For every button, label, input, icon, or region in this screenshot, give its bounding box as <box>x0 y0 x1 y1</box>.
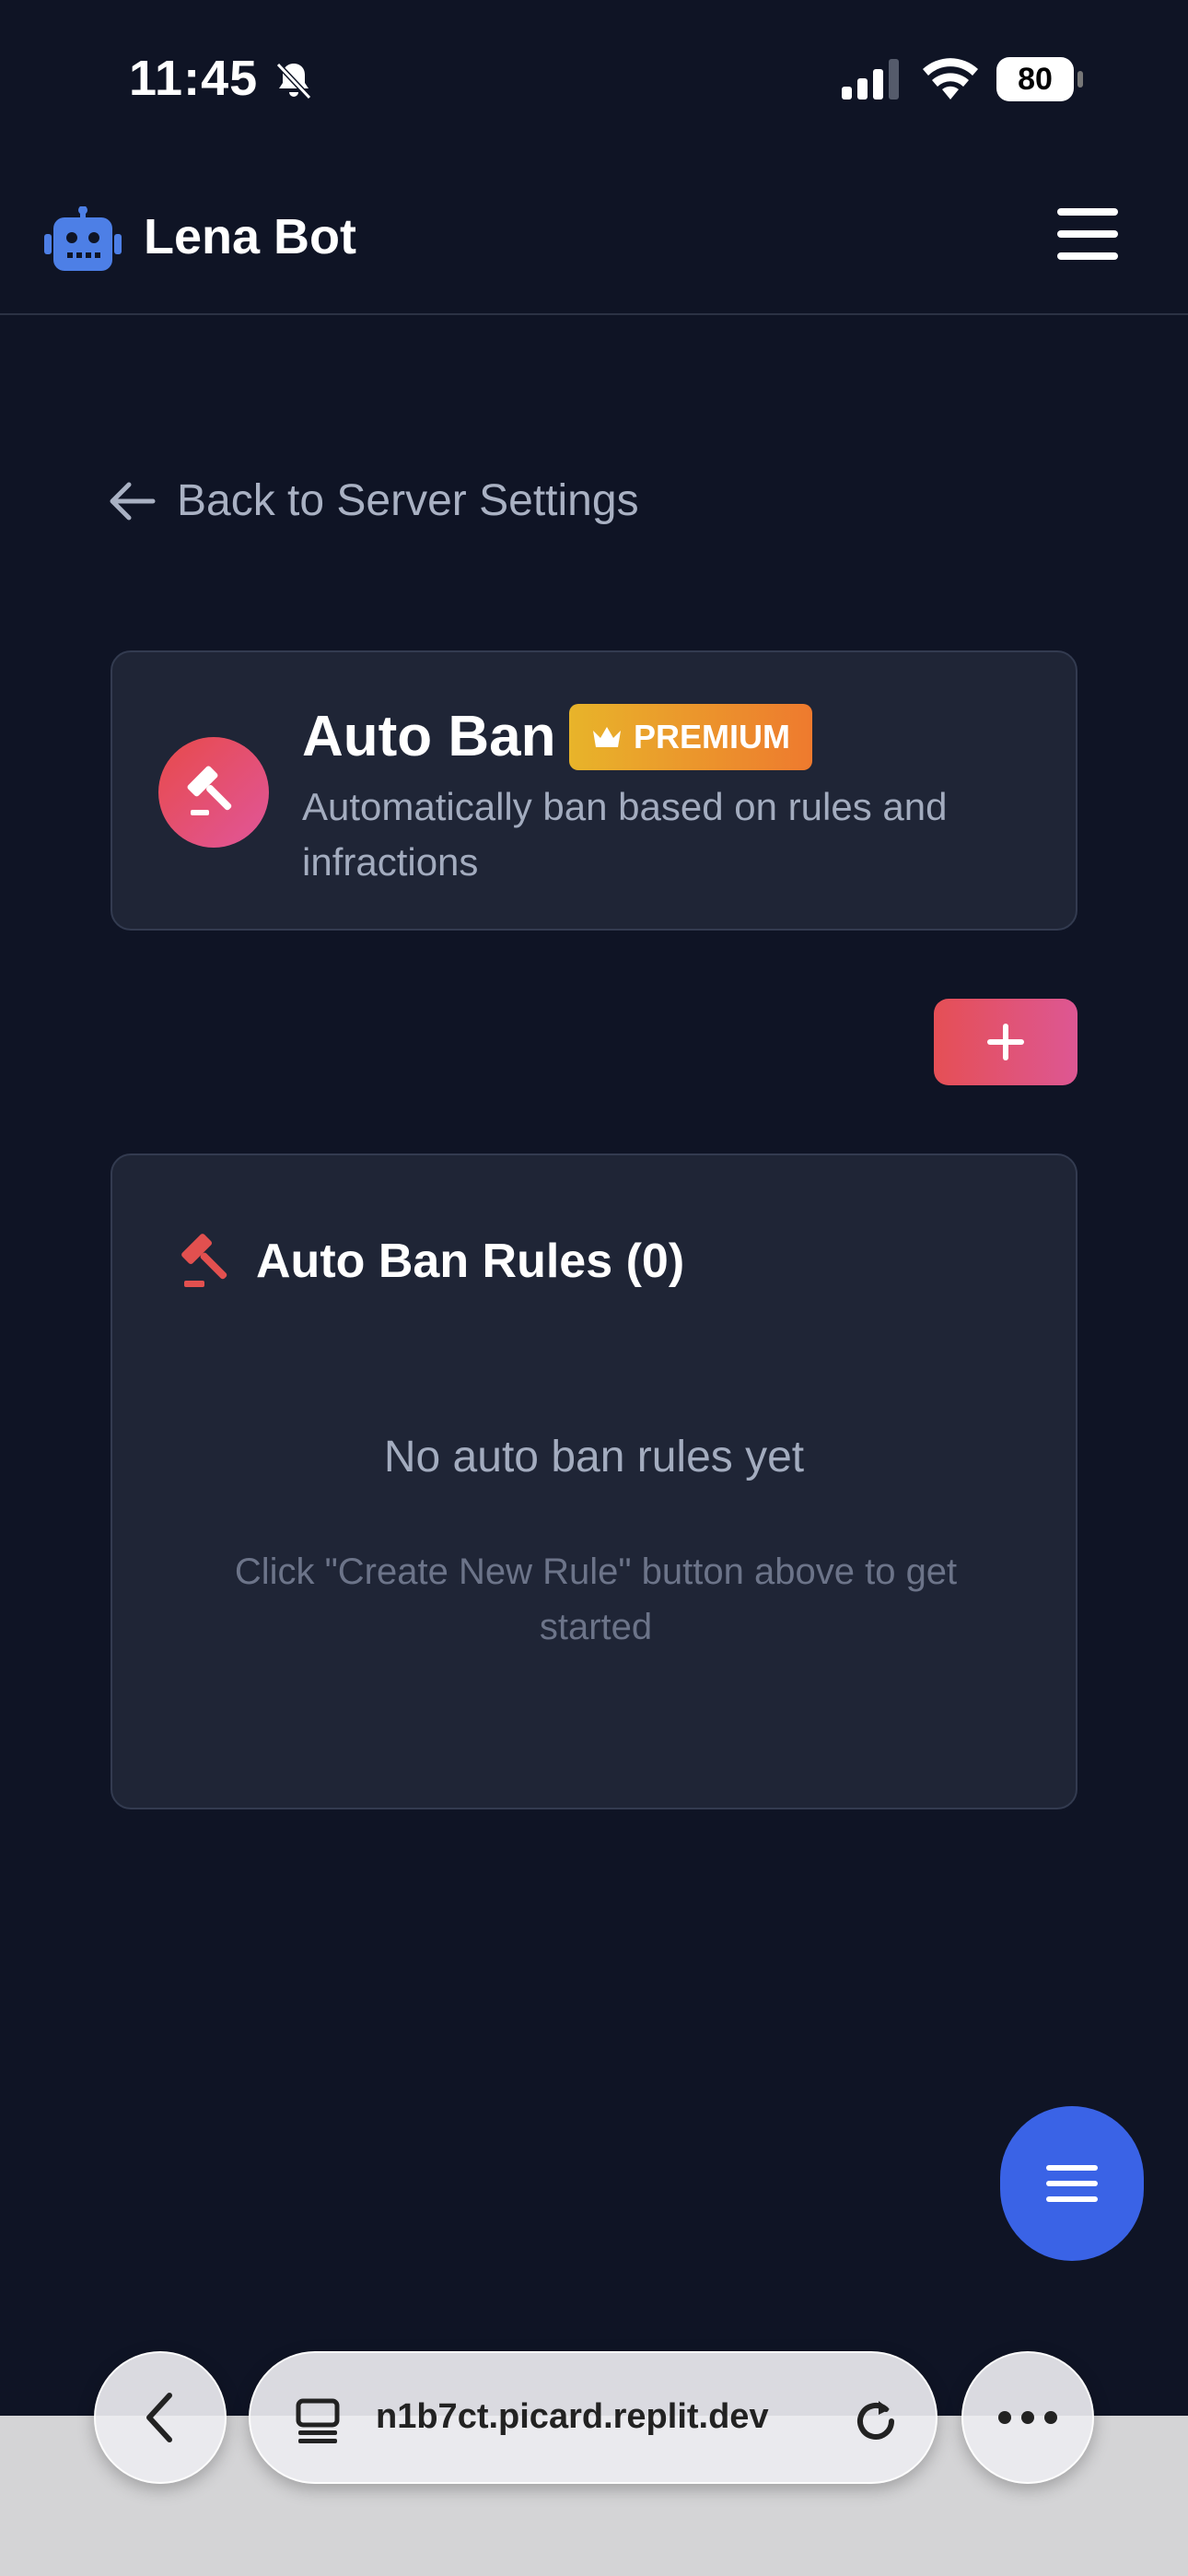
crown-icon <box>593 727 621 747</box>
premium-badge: PREMIUM <box>569 704 812 770</box>
app-header: Lena Bot <box>0 157 1188 315</box>
hamburger-icon[interactable] <box>1057 205 1118 263</box>
status-bar: 11:45 80 <box>0 0 1188 157</box>
tabs-icon <box>296 2398 340 2443</box>
status-time: 11:45 <box>129 51 259 106</box>
more-icon <box>998 2411 1057 2424</box>
floating-menu-button[interactable] <box>1000 2106 1144 2261</box>
empty-state-title: No auto ban rules yet <box>383 1433 805 1481</box>
more-options-button[interactable] <box>961 2351 1094 2484</box>
battery-level: 80 <box>1018 61 1053 97</box>
gavel-icon <box>181 1234 227 1287</box>
rules-header: Auto Ban Rules (0) <box>181 1233 684 1290</box>
robot-icon[interactable] <box>42 206 123 273</box>
page: 11:45 80 Lena Bot Back to Server Setting… <box>0 0 1188 2576</box>
url-bar[interactable]: n1b7ct.picard.replit.dev <box>249 2351 938 2484</box>
back-to-settings-link[interactable]: Back to Server Settings <box>109 475 639 526</box>
wifi-icon <box>923 58 978 100</box>
add-rule-button[interactable] <box>934 999 1077 1085</box>
reload-icon[interactable] <box>849 2394 903 2447</box>
bell-slash-icon <box>275 62 312 100</box>
battery-icon: 80 <box>996 57 1085 101</box>
menu-icon <box>1046 2165 1098 2202</box>
rules-card: Auto Ban Rules (0) No auto ban rules yet… <box>111 1153 1077 1809</box>
premium-badge-label: PREMIUM <box>634 718 790 755</box>
browser-back-button[interactable] <box>94 2351 227 2484</box>
feature-card: Auto Ban PREMIUM Automatically ban based… <box>111 650 1077 931</box>
plus-icon <box>987 1024 1024 1060</box>
arrow-left-icon <box>110 482 156 520</box>
empty-state-hint: Click "Create New Rule" button above to … <box>234 1551 958 1647</box>
url-text: n1b7ct.picard.replit.dev <box>376 2397 769 2436</box>
signal-icon <box>842 59 899 100</box>
rules-title: Auto Ban Rules (0) <box>256 1235 685 1288</box>
back-link-label: Back to Server Settings <box>177 476 639 525</box>
feature-title: Auto Ban <box>302 705 556 768</box>
gavel-icon <box>158 737 269 848</box>
chevron-left-icon <box>146 2393 172 2442</box>
app-title[interactable]: Lena Bot <box>144 208 356 265</box>
feature-description: Automatically ban based on rules and inf… <box>302 785 948 884</box>
